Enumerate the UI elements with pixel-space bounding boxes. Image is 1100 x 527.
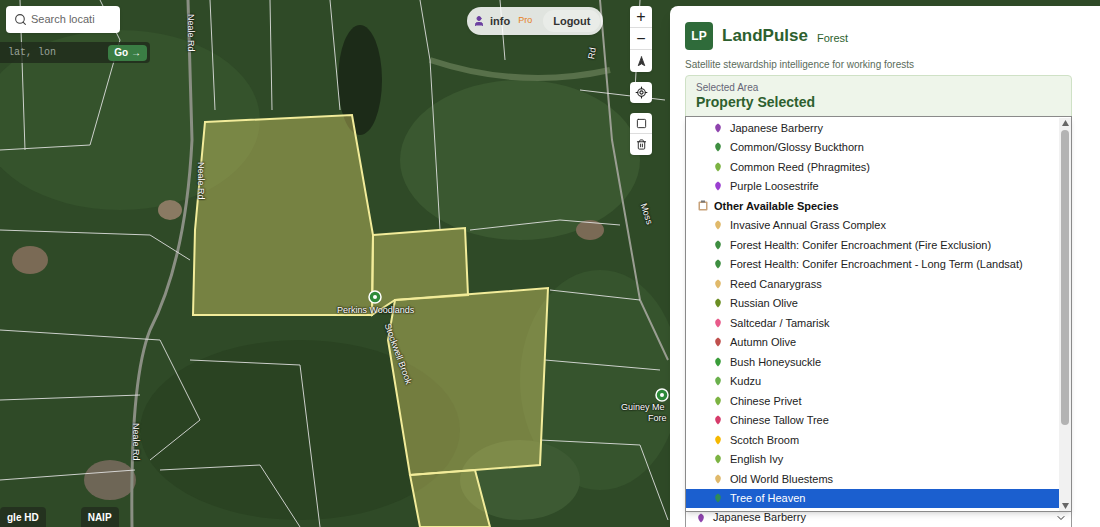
plan-badge: Pro xyxy=(515,14,535,28)
species-option[interactable]: Bush Honeysuckle xyxy=(686,352,1059,372)
species-option[interactable]: Forest Health: Conifer Encroachment - Lo… xyxy=(686,255,1059,275)
search-box[interactable] xyxy=(6,6,120,33)
species-icon xyxy=(713,298,723,308)
account-pill: info Pro Logout xyxy=(467,7,603,35)
species-option[interactable]: Kudzu xyxy=(686,372,1059,392)
option-group-header: Other Available Species xyxy=(686,196,1059,216)
species-option[interactable]: Purple Loosestrife xyxy=(686,177,1059,197)
app-edition: Forest xyxy=(817,30,848,47)
map-label: Neale Rd xyxy=(195,162,206,200)
app-logo: LP xyxy=(685,22,713,50)
species-option[interactable]: Autumn Olive xyxy=(686,333,1059,353)
species-icon xyxy=(713,493,723,503)
species-options: Japanese BarberryCommon/Glossy Buckthorn… xyxy=(686,118,1059,511)
species-option[interactable]: Forest Health: Conifer Encroachment (Fir… xyxy=(686,235,1059,255)
basemap-buttons: gle HD NAIP xyxy=(0,507,119,527)
map-label: Neale Rd xyxy=(185,14,196,52)
logout-button[interactable]: Logout xyxy=(543,10,600,32)
zoom-in-button[interactable]: + xyxy=(630,6,652,28)
species-option[interactable]: Chinese Tallow Tree xyxy=(686,411,1059,431)
search-icon xyxy=(14,13,27,26)
scrollbar-thumb[interactable] xyxy=(1061,130,1069,425)
trash-icon xyxy=(636,139,647,150)
selected-area-title: Property Selected xyxy=(696,94,1061,111)
map-pin-icon[interactable] xyxy=(369,291,381,303)
map-controls: +− xyxy=(630,6,652,155)
species-listbox[interactable]: Japanese BarberryCommon/Glossy Buckthorn… xyxy=(685,116,1072,512)
zoom-group: +− xyxy=(630,6,652,72)
species-icon xyxy=(713,240,723,250)
species-option[interactable]: Saltcedar / Tamarisk xyxy=(686,313,1059,333)
species-icon xyxy=(713,376,723,386)
coordinate-input[interactable] xyxy=(8,45,104,60)
species-option[interactable]: Scotch Broom xyxy=(686,430,1059,450)
species-option[interactable]: Chinese Privet xyxy=(686,391,1059,411)
species-option[interactable]: Russian Olive xyxy=(686,294,1059,314)
app-name: LandPulse xyxy=(722,23,808,49)
map-label: Guiney Me xyxy=(621,402,665,413)
species-icon xyxy=(713,181,723,191)
species-option[interactable]: Old World Bluestems xyxy=(686,469,1059,489)
species-icon xyxy=(713,454,723,464)
draw-polygon-icon xyxy=(636,118,647,129)
listbox-scrollbar[interactable] xyxy=(1059,118,1071,511)
species-option[interactable]: Common Reed (Phragmites) xyxy=(686,157,1059,177)
species-icon xyxy=(713,415,723,425)
map-pin-icon[interactable] xyxy=(656,389,668,401)
scroll-down-icon[interactable] xyxy=(1062,503,1069,509)
user-icon xyxy=(473,15,485,27)
draw-group xyxy=(630,113,652,155)
species-option[interactable]: Japanese Barberry xyxy=(686,118,1059,138)
species-icon xyxy=(713,435,723,445)
locate-icon xyxy=(635,86,648,99)
coordinate-bar: Go → xyxy=(0,42,150,63)
draw-button[interactable] xyxy=(630,113,652,134)
compass-button[interactable] xyxy=(630,50,652,72)
map-label: Fore xyxy=(648,413,667,424)
basemap-button[interactable]: gle HD xyxy=(0,507,46,527)
species-icon xyxy=(713,357,723,367)
species-icon xyxy=(713,396,723,406)
tagline: Satellite stewardship intelligence for w… xyxy=(685,58,1072,71)
delete-button[interactable] xyxy=(630,134,652,155)
locate-button[interactable] xyxy=(630,82,652,103)
species-icon xyxy=(713,474,723,484)
species-icon xyxy=(713,162,723,172)
map-label: Rd xyxy=(586,47,599,60)
chevron-down-icon xyxy=(1055,512,1067,524)
species-icon xyxy=(713,318,723,328)
app: Neale RdNeale RdNeale RdStockwell BrookP… xyxy=(0,0,1100,527)
selected-area-label: Selected Area xyxy=(696,82,1061,94)
species-option[interactable]: English Ivy xyxy=(686,450,1059,470)
clipboard-icon xyxy=(698,200,708,211)
species-icon xyxy=(713,337,723,347)
species-icon xyxy=(713,279,723,289)
panel-header: LP LandPulse Forest xyxy=(685,22,1072,50)
basemap-button[interactable]: NAIP xyxy=(81,507,119,527)
species-option[interactable]: Invasive Annual Grass Complex xyxy=(686,216,1059,236)
compass-icon xyxy=(636,56,647,67)
species-icon xyxy=(696,513,706,523)
scroll-up-icon[interactable] xyxy=(1062,120,1069,126)
species-icon xyxy=(713,220,723,230)
search-input[interactable] xyxy=(31,11,112,28)
species-icon xyxy=(713,259,723,269)
map-label: Neale Rd xyxy=(130,423,141,461)
species-option[interactable]: Reed Canarygrass xyxy=(686,274,1059,294)
species-icon xyxy=(713,123,723,133)
species-option[interactable]: Tree of Heaven xyxy=(686,489,1059,509)
go-button[interactable]: Go → xyxy=(108,45,147,61)
species-option[interactable]: Common/Glossy Buckthorn xyxy=(686,138,1059,158)
zoom-out-button[interactable]: − xyxy=(630,28,652,50)
species-icon xyxy=(713,142,723,152)
side-panel: LP LandPulse Forest Satellite stewardship i… xyxy=(670,6,1100,527)
map-label: Perkins Woodlands xyxy=(337,305,414,316)
user-name: info xyxy=(490,13,510,30)
